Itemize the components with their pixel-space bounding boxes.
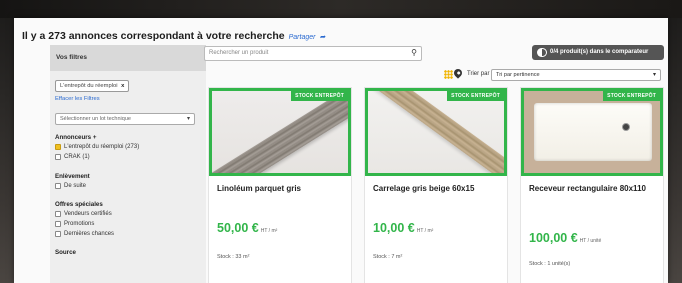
- product-card[interactable]: STOCK ENTREPÔT Linoléum parquet gris 50,…: [208, 87, 352, 283]
- checkbox[interactable]: [55, 183, 61, 189]
- product-stock: Stock : 7 m²: [373, 254, 403, 260]
- active-filter-chip[interactable]: L'entrepôt du réemploi x: [55, 80, 130, 92]
- compare-button[interactable]: 0/4 produit(s) dans le comparateur: [532, 45, 664, 60]
- product-title[interactable]: Carrelage gris beige 60x15: [373, 184, 503, 194]
- chevron-down-icon: ▾: [652, 72, 656, 78]
- active-filter-label: L'entrepôt du réemploi: [60, 83, 118, 89]
- product-image[interactable]: STOCK ENTREPÔT: [209, 88, 351, 176]
- offer-option-label: Dernières chances: [64, 231, 115, 237]
- sort-row: Trier par Tri par pertinence ▾: [429, 67, 668, 81]
- search-placeholder: Rechercher un produit: [209, 50, 269, 56]
- advertiser-option-crak[interactable]: CRAK (1): [55, 154, 90, 160]
- checkbox[interactable]: [55, 211, 61, 217]
- product-stock: Stock : 33 m²: [217, 254, 250, 260]
- background-top-band: [0, 0, 682, 18]
- share-link[interactable]: Partager: [289, 34, 316, 41]
- search-input[interactable]: Rechercher un produit ⚲: [204, 46, 422, 61]
- price-unit: HT / unité: [579, 238, 602, 244]
- offer-option-promotions[interactable]: Promotions: [55, 221, 94, 227]
- product-title[interactable]: Linoléum parquet gris: [217, 184, 347, 194]
- stock-badge: STOCK ENTREPÔT: [603, 91, 660, 101]
- product-price: 100,00 € HT / unité: [529, 231, 601, 245]
- offer-option-last-chance[interactable]: Dernières chances: [55, 231, 114, 237]
- page-panel: Il y a 273 annonces correspondant à votr…: [14, 18, 668, 283]
- sort-select[interactable]: Tri par pertinence ▾: [491, 69, 661, 81]
- technical-lot-select[interactable]: Sélectionner un lot technique ▾: [55, 113, 195, 125]
- product-price: 10,00 € HT / m²: [373, 221, 433, 235]
- special-offers-title: Offres spéciales: [55, 201, 103, 208]
- checkbox[interactable]: [55, 154, 61, 160]
- product-image[interactable]: STOCK ENTREPÔT: [365, 88, 507, 176]
- technical-lot-select-value: Sélectionner un lot technique: [60, 116, 131, 122]
- map-pin-icon[interactable]: [452, 67, 464, 79]
- pickup-option-now[interactable]: De suite: [55, 183, 86, 189]
- price-unit: HT / m²: [416, 228, 434, 234]
- price-unit: HT / m²: [260, 228, 278, 234]
- product-price: 50,00 € HT / m²: [217, 221, 277, 235]
- offer-option-label: Promotions: [64, 221, 95, 227]
- checkbox[interactable]: [55, 221, 61, 227]
- checkbox-checked[interactable]: [55, 144, 61, 150]
- results-count-text: Il y a 273 annonces correspondant à votr…: [22, 30, 285, 42]
- advertiser-option-label: CRAK (1): [64, 154, 90, 160]
- product-card[interactable]: STOCK ENTREPÔT Carrelage gris beige 60x1…: [364, 87, 508, 283]
- stock-badge: STOCK ENTREPÔT: [447, 91, 504, 101]
- product-title[interactable]: Receveur rectangulaire 80x110: [529, 184, 659, 194]
- sort-select-value: Tri par pertinence: [496, 72, 540, 78]
- offer-option-certified[interactable]: Vendeurs certifiés: [55, 211, 112, 217]
- advertisers-title: Annonceurs +: [55, 134, 97, 141]
- clear-filters-link[interactable]: Effacer les Filtres: [55, 96, 100, 102]
- pickup-title: Enlèvement: [55, 173, 90, 180]
- compare-toggle-icon: [537, 48, 547, 57]
- price-value: 10,00 €: [373, 221, 415, 235]
- price-value: 100,00 €: [529, 231, 578, 245]
- drain-icon: [622, 123, 630, 131]
- checkbox[interactable]: [55, 231, 61, 237]
- product-image[interactable]: STOCK ENTREPÔT: [521, 88, 663, 176]
- price-value: 50,00 €: [217, 221, 259, 235]
- grid-view-icon[interactable]: [444, 70, 453, 79]
- product-card[interactable]: STOCK ENTREPÔT Receveur rectangulaire 80…: [520, 87, 664, 283]
- compare-button-label: 0/4 produit(s) dans le comparateur: [550, 49, 649, 55]
- share-icon[interactable]: ➦: [319, 34, 325, 41]
- search-icon[interactable]: ⚲: [411, 48, 417, 57]
- remove-filter-icon[interactable]: x: [121, 83, 124, 89]
- filters-sidebar: Vos filtres L'entrepôt du réemploi x Eff…: [50, 45, 206, 283]
- results-headline: Il y a 273 annonces correspondant à votr…: [22, 30, 325, 42]
- results-main: Rechercher un produit ⚲ 0/4 produit(s) d…: [204, 42, 664, 283]
- advertiser-option-entrepot[interactable]: L'entrepôt du réemploi (273): [55, 144, 139, 150]
- pickup-option-label: De suite: [64, 183, 87, 189]
- sort-label: Trier par: [467, 71, 490, 77]
- product-stock: Stock : 1 unité(s): [529, 261, 571, 267]
- advertiser-option-label: L'entrepôt du réemploi (273): [64, 144, 140, 150]
- offer-option-label: Vendeurs certifiés: [64, 211, 112, 217]
- source-title: Source: [55, 249, 76, 256]
- stock-badge: STOCK ENTREPÔT: [291, 91, 348, 101]
- filters-title: Vos filtres: [50, 45, 206, 71]
- chevron-down-icon: ▾: [186, 116, 190, 122]
